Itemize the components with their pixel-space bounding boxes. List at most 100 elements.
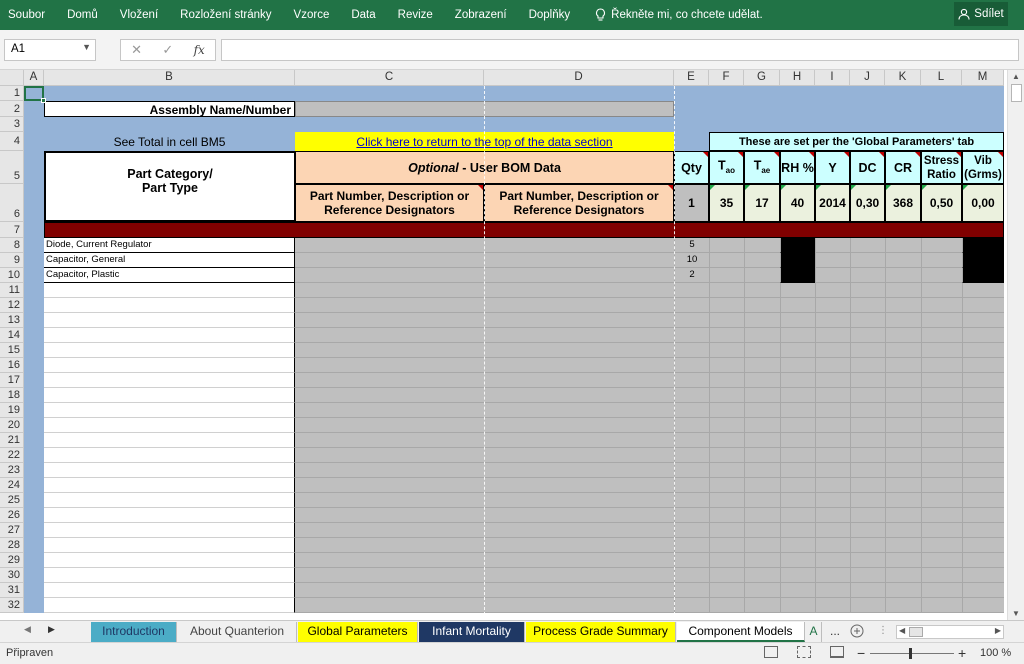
scroll-up-icon[interactable]: ▲ xyxy=(1008,72,1024,81)
column-header-a[interactable]: A xyxy=(24,70,44,86)
param-data-cell[interactable] xyxy=(850,538,885,553)
qty-cell[interactable] xyxy=(674,328,709,343)
param-data-cell[interactable] xyxy=(962,523,1004,538)
param-data-cell[interactable] xyxy=(885,433,921,448)
param-data-cell[interactable] xyxy=(962,478,1004,493)
part-cell[interactable] xyxy=(44,448,295,463)
param-data-cell[interactable] xyxy=(744,253,780,268)
param-data-cell[interactable] xyxy=(815,553,850,568)
param-data-cell[interactable] xyxy=(885,403,921,418)
param-data-cell[interactable] xyxy=(709,523,744,538)
param-data-cell[interactable] xyxy=(962,538,1004,553)
sheet-tab-more[interactable]: ... xyxy=(825,622,845,642)
param-data-cell[interactable] xyxy=(815,538,850,553)
param-data-cell[interactable] xyxy=(921,298,962,313)
param-data-cell[interactable] xyxy=(815,373,850,388)
param-data-cell[interactable] xyxy=(962,283,1004,298)
param-data-cell[interactable] xyxy=(921,373,962,388)
part-cell[interactable] xyxy=(44,478,295,493)
param-data-cell[interactable] xyxy=(850,253,885,268)
qty-cell[interactable]: 5 xyxy=(674,238,709,253)
param-data-cell[interactable] xyxy=(921,388,962,403)
param-data-cell[interactable] xyxy=(962,433,1004,448)
param-data-cell[interactable] xyxy=(815,583,850,598)
param-data-cell[interactable] xyxy=(885,373,921,388)
row-header-10[interactable]: 10 xyxy=(0,268,24,283)
param-data-cell[interactable] xyxy=(709,298,744,313)
sheet-tab-about-quanterion[interactable]: About Quanterion xyxy=(178,622,297,642)
qty-cell[interactable] xyxy=(674,343,709,358)
param-data-cell[interactable] xyxy=(744,478,780,493)
part-cell[interactable] xyxy=(44,283,295,298)
param-data-cell[interactable] xyxy=(921,493,962,508)
param-data-cell[interactable] xyxy=(962,298,1004,313)
param-data-cell[interactable] xyxy=(744,553,780,568)
qty-cell[interactable] xyxy=(674,538,709,553)
param-data-cell[interactable] xyxy=(921,478,962,493)
param-data-cell[interactable] xyxy=(921,238,962,253)
qty-cell[interactable] xyxy=(674,583,709,598)
param-data-cell[interactable] xyxy=(744,388,780,403)
column-header-l[interactable]: L xyxy=(921,70,962,86)
param-data-cell[interactable] xyxy=(962,313,1004,328)
zoom-slider[interactable] xyxy=(870,653,954,654)
param-data-cell[interactable] xyxy=(962,493,1004,508)
part-cell[interactable] xyxy=(44,583,295,598)
tab-scroll-left-icon[interactable]: ◀ xyxy=(24,624,31,635)
part-cell[interactable] xyxy=(44,463,295,478)
param-data-cell[interactable] xyxy=(709,463,744,478)
param-data-cell[interactable] xyxy=(744,298,780,313)
param-data-cell[interactable] xyxy=(885,238,921,253)
param-data-cell[interactable] xyxy=(885,538,921,553)
param-data-cell[interactable] xyxy=(962,373,1004,388)
part-cell[interactable]: Diode, Current Regulator xyxy=(44,238,295,253)
param-data-cell[interactable] xyxy=(962,388,1004,403)
param-data-cell[interactable] xyxy=(850,403,885,418)
param-data-cell[interactable] xyxy=(885,448,921,463)
param-data-cell[interactable] xyxy=(709,478,744,493)
row-header-17[interactable]: 17 xyxy=(0,373,24,388)
param-data-cell[interactable] xyxy=(780,313,815,328)
part-cell[interactable]: Capacitor, Plastic xyxy=(44,268,295,283)
param-data-cell[interactable] xyxy=(815,493,850,508)
row-header-28[interactable]: 28 xyxy=(0,538,24,553)
param-data-cell[interactable] xyxy=(885,568,921,583)
row-header-15[interactable]: 15 xyxy=(0,343,24,358)
tab-page-layout[interactable]: Rozložení stránky xyxy=(169,0,282,30)
param-data-cell[interactable] xyxy=(921,448,962,463)
param-data-cell[interactable] xyxy=(815,283,850,298)
param-data-cell[interactable] xyxy=(709,238,744,253)
param-data-cell[interactable] xyxy=(815,418,850,433)
param-data-cell[interactable] xyxy=(780,523,815,538)
param-data-cell[interactable] xyxy=(780,463,815,478)
tab-file[interactable]: Soubor xyxy=(0,0,56,30)
param-data-cell[interactable] xyxy=(962,463,1004,478)
sheet-tab-infant-mortality[interactable]: Infant Mortality xyxy=(419,622,525,642)
param-data-cell[interactable] xyxy=(780,418,815,433)
zoom-level[interactable]: 100 % xyxy=(980,647,1011,659)
zoom-in-icon[interactable]: + xyxy=(958,645,966,661)
param-data-cell[interactable] xyxy=(850,463,885,478)
column-header-k[interactable]: K xyxy=(885,70,921,86)
param-data-cell[interactable] xyxy=(744,583,780,598)
param-data-cell[interactable] xyxy=(962,238,1004,253)
param-data-cell[interactable] xyxy=(850,508,885,523)
param-data-cell[interactable] xyxy=(921,523,962,538)
param-data-cell[interactable] xyxy=(850,313,885,328)
scroll-left-icon[interactable]: ◀ xyxy=(899,626,905,635)
tab-data[interactable]: Data xyxy=(340,0,386,30)
part-cell[interactable] xyxy=(44,328,295,343)
row-header-20[interactable]: 20 xyxy=(0,418,24,433)
qty-cell[interactable] xyxy=(674,313,709,328)
param-data-cell[interactable] xyxy=(885,358,921,373)
param-data-cell[interactable] xyxy=(780,433,815,448)
param-data-cell[interactable] xyxy=(744,508,780,523)
param-data-cell[interactable] xyxy=(744,598,780,613)
page-break-view-icon[interactable] xyxy=(830,646,844,658)
qty-cell[interactable] xyxy=(674,463,709,478)
part-cell[interactable] xyxy=(44,538,295,553)
row-header-7[interactable]: 7 xyxy=(0,222,24,238)
part-cell[interactable] xyxy=(44,418,295,433)
param-data-cell[interactable] xyxy=(744,373,780,388)
row-header-1[interactable]: 1 xyxy=(0,86,24,101)
